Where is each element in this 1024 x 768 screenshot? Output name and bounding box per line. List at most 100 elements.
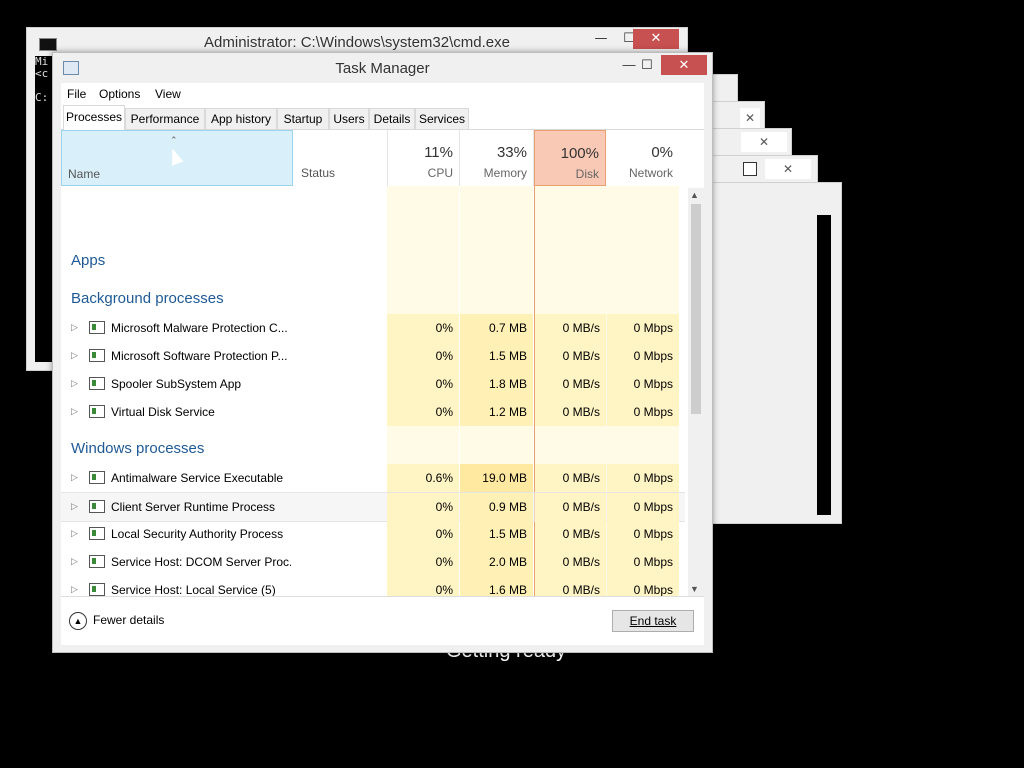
sort-chevron-icon: ⌃ bbox=[170, 135, 178, 145]
close-icon: ✕ bbox=[740, 108, 760, 128]
task-manager-window[interactable]: Task Manager — ☐ ✕ File Options View Pro… bbox=[52, 52, 713, 653]
cpu-column-header[interactable]: 11% CPU bbox=[387, 130, 460, 186]
expand-chevron-icon[interactable]: ▷ bbox=[71, 501, 78, 512]
expand-chevron-icon[interactable]: ▷ bbox=[71, 350, 78, 361]
cpu-cell: 0% bbox=[387, 370, 459, 398]
table-row[interactable]: ▷ Antimalware Service Executable 0.6% 19.0 … bbox=[61, 464, 685, 492]
process-table: ⌃ Name Status 11% CPU 33% Memory 100% Di… bbox=[61, 130, 704, 596]
process-icon bbox=[89, 583, 105, 596]
expand-chevron-icon[interactable]: ▷ bbox=[71, 556, 78, 567]
name-column-label: Name bbox=[68, 167, 101, 181]
disk-cell: 0 MB/s bbox=[535, 314, 606, 342]
process-name: Local Security Authority Process bbox=[111, 527, 284, 541]
process-name: Microsoft Software Protection P... bbox=[111, 349, 288, 363]
tab-startup[interactable]: Startup bbox=[277, 108, 329, 130]
disk-cell: 0 MB/s bbox=[535, 370, 606, 398]
expand-chevron-icon[interactable]: ▷ bbox=[71, 584, 78, 595]
disk-total: 100% bbox=[560, 145, 599, 162]
memory-column-header[interactable]: 33% Memory bbox=[460, 130, 534, 186]
cpu-cell: 0% bbox=[387, 398, 459, 426]
disk-cell: 0 MB/s bbox=[535, 576, 606, 596]
expand-chevron-icon[interactable]: ▷ bbox=[71, 322, 78, 333]
menu-options[interactable]: Options bbox=[99, 87, 140, 101]
fewer-details-button[interactable]: ▲ Fewer details bbox=[69, 612, 164, 630]
vertical-scrollbar[interactable]: ▲ ▼ bbox=[688, 188, 704, 596]
cpu-total: 11% bbox=[424, 144, 453, 161]
close-button[interactable]: ✕ bbox=[661, 55, 707, 75]
group-windows-processes: Windows processes bbox=[71, 440, 205, 457]
network-total: 0% bbox=[651, 144, 673, 161]
title-bar[interactable]: Task Manager — ☐ ✕ bbox=[53, 53, 712, 83]
cpu-label: CPU bbox=[427, 166, 453, 180]
close-icon: ✕ bbox=[765, 159, 811, 179]
expand-chevron-icon[interactable]: ▷ bbox=[71, 378, 78, 389]
process-icon bbox=[89, 405, 105, 418]
cpu-cell: 0% bbox=[387, 576, 459, 596]
network-label: Network bbox=[628, 166, 673, 180]
end-task-button[interactable]: End task bbox=[612, 610, 694, 632]
process-icon bbox=[89, 527, 105, 540]
table-row[interactable]: ▷ Microsoft Malware Protection C... 0% 0.7 … bbox=[61, 314, 685, 342]
table-row[interactable]: ▷ Spooler SubSystem App 0% 1.8 MB 0 MB/s 0 Mb… bbox=[61, 370, 685, 398]
memory-cell: 2.0 MB bbox=[460, 548, 533, 576]
memory-cell: 1.6 MB bbox=[460, 576, 533, 596]
table-row[interactable]: ▷ Service Host: DCOM Server Proc... 0% 2.0 … bbox=[61, 548, 685, 576]
disk-cell: 0 MB/s bbox=[535, 520, 606, 548]
network-cell: 0 Mbps bbox=[607, 576, 679, 596]
menu-bar: File Options View bbox=[61, 83, 704, 105]
fewer-details-label: Fewer details bbox=[93, 613, 165, 628]
memory-cell: 0.9 MB bbox=[460, 493, 533, 521]
table-row[interactable]: ▷ Local Security Authority Process 0% 1.5 M… bbox=[61, 520, 685, 548]
memory-cell: 1.5 MB bbox=[460, 342, 533, 370]
process-icon bbox=[89, 471, 105, 484]
table-row[interactable]: ▷ Service Host: Local Service (5) 0% 1.6 MB… bbox=[61, 576, 685, 596]
tab-app-history[interactable]: App history bbox=[205, 108, 277, 130]
process-name: Microsoft Malware Protection C... bbox=[111, 321, 288, 335]
disk-cell: 0 MB/s bbox=[535, 342, 606, 370]
maximize-button[interactable]: ☐ bbox=[633, 57, 661, 73]
expand-chevron-icon[interactable]: ▷ bbox=[71, 406, 78, 417]
disk-column-header[interactable]: 100% Disk bbox=[534, 130, 606, 186]
minimize-button[interactable]: — bbox=[587, 31, 615, 46]
status-column-header[interactable]: Status bbox=[295, 130, 388, 186]
disk-cell: 0 MB/s bbox=[535, 548, 606, 576]
expand-chevron-icon[interactable]: ▷ bbox=[71, 472, 78, 483]
network-cell: 0 Mbps bbox=[607, 342, 679, 370]
memory-cell: 19.0 MB bbox=[460, 464, 533, 492]
disk-cell: 0 MB/s bbox=[535, 493, 606, 521]
cpu-cell: 0% bbox=[387, 548, 459, 576]
process-icon bbox=[89, 500, 105, 513]
minimize-icon bbox=[743, 162, 757, 176]
window-title: Task Manager bbox=[335, 60, 430, 77]
tab-processes[interactable]: Processes bbox=[63, 105, 125, 131]
memory-cell: 1.2 MB bbox=[460, 398, 533, 426]
cpu-cell: 0% bbox=[387, 342, 459, 370]
menu-view[interactable]: View bbox=[155, 87, 181, 101]
tab-details[interactable]: Details bbox=[369, 108, 415, 130]
process-name: Client Server Runtime Process bbox=[111, 500, 276, 514]
group-background-processes: Background processes bbox=[71, 290, 224, 307]
process-name: Service Host: Local Service (5) bbox=[111, 583, 276, 596]
process-icon bbox=[89, 349, 105, 362]
network-cell: 0 Mbps bbox=[607, 548, 679, 576]
tab-users[interactable]: Users bbox=[329, 108, 369, 130]
tab-services[interactable]: Services bbox=[415, 108, 469, 130]
table-row[interactable]: ▷ Client Server Runtime Process 0% 0.9 MB 0 … bbox=[61, 492, 685, 522]
memory-cell: 1.8 MB bbox=[460, 370, 533, 398]
scroll-down-icon[interactable]: ▼ bbox=[690, 584, 699, 594]
menu-file[interactable]: File bbox=[67, 87, 86, 101]
memory-total: 33% bbox=[496, 144, 527, 161]
table-row[interactable]: ▷ Virtual Disk Service 0% 1.2 MB 0 MB/s 0 Mbp… bbox=[61, 398, 685, 426]
memory-label: Memory bbox=[483, 166, 527, 180]
network-cell: 0 Mbps bbox=[607, 493, 679, 521]
close-button[interactable]: ✕ bbox=[633, 29, 679, 49]
tab-performance[interactable]: Performance bbox=[125, 108, 205, 130]
expand-chevron-icon[interactable]: ▷ bbox=[71, 528, 78, 539]
table-row[interactable]: ▷ Microsoft Software Protection P... 0% 1.5… bbox=[61, 342, 685, 370]
chevron-up-icon: ▲ bbox=[69, 612, 87, 630]
network-column-header[interactable]: 0% Network bbox=[607, 130, 679, 186]
cpu-cell: 0% bbox=[387, 314, 459, 342]
disk-cell: 0 MB/s bbox=[535, 464, 606, 492]
scroll-up-icon[interactable]: ▲ bbox=[690, 190, 699, 200]
scrollbar-thumb[interactable] bbox=[691, 204, 701, 414]
